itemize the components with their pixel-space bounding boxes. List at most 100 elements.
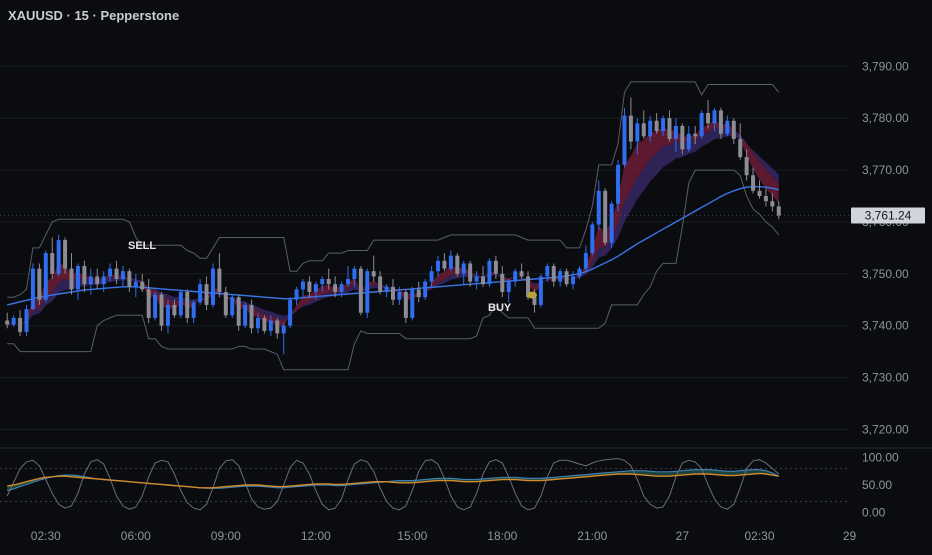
candle	[371, 255, 376, 282]
candle	[18, 310, 23, 337]
candle	[725, 115, 730, 137]
last-price-label: 3,761.24	[865, 209, 912, 223]
candle	[487, 258, 492, 287]
candle-body	[172, 304, 177, 316]
candle-body	[641, 123, 646, 137]
candle-body	[423, 281, 428, 298]
candle-body	[352, 268, 357, 279]
candle-body	[288, 299, 293, 326]
candle	[763, 188, 768, 207]
candle-body	[712, 110, 717, 124]
candle	[448, 250, 453, 272]
osc-tick-label: 0.00	[862, 506, 886, 520]
candle-body	[320, 279, 325, 285]
candle	[11, 315, 16, 327]
candle	[667, 110, 672, 142]
upper-band	[7, 81, 780, 298]
candle-body	[37, 268, 42, 300]
candle-body	[403, 291, 408, 318]
candle-body	[673, 125, 678, 139]
x-tick-label: 02:30	[31, 529, 61, 543]
candle-body	[43, 253, 48, 300]
price-chart[interactable]: 3,720.003,730.003,740.003,750.003,760.00…	[0, 0, 932, 550]
candle-body	[654, 120, 659, 132]
x-tick-label: 02:30	[744, 529, 774, 543]
x-tick-label: 15:00	[397, 529, 427, 543]
candle-body	[744, 157, 749, 176]
candle-body	[487, 260, 492, 285]
candle-body	[416, 289, 421, 298]
candle	[63, 237, 68, 274]
candle-body	[262, 317, 267, 331]
candle	[358, 266, 363, 316]
candle-body	[667, 118, 672, 139]
candle-body	[275, 320, 280, 334]
candle-body	[461, 263, 466, 274]
candle	[185, 289, 190, 324]
candle-body	[571, 276, 576, 285]
y-tick-label: 3,770.00	[862, 163, 909, 177]
candle-body	[281, 325, 286, 334]
candle-body	[133, 281, 138, 287]
candle	[43, 250, 48, 303]
candle	[37, 263, 42, 305]
candle-body	[204, 284, 209, 305]
candle-body	[95, 276, 100, 285]
candle-body	[397, 291, 402, 300]
time-axis: 02:30 06:00 09:00 12:00 15:00 18:00 21:00 27 02:…	[31, 529, 857, 543]
x-tick-label: 21:00	[577, 529, 607, 543]
candle	[223, 286, 228, 318]
candle	[88, 268, 93, 295]
candle	[56, 234, 61, 277]
candle	[513, 268, 518, 287]
candle	[410, 286, 415, 321]
candle-body	[725, 120, 730, 134]
candle	[159, 291, 164, 331]
candle-body	[583, 253, 588, 269]
candle-body	[635, 123, 640, 142]
candle	[622, 107, 627, 168]
candle	[178, 289, 183, 318]
candle	[133, 273, 138, 298]
candle	[275, 317, 280, 339]
candle-body	[24, 309, 29, 332]
candle	[751, 167, 756, 194]
y-tick-label: 3,740.00	[862, 319, 909, 333]
candle-body	[294, 289, 299, 300]
candle-body	[255, 317, 260, 329]
candle	[654, 113, 659, 134]
candle	[140, 273, 145, 292]
oscillator-pane: 0.00 50.00 100.00	[0, 451, 899, 520]
candle	[75, 263, 80, 300]
candle	[641, 110, 646, 139]
candle	[191, 299, 196, 324]
candle-body	[442, 260, 447, 269]
candle-body	[410, 289, 415, 318]
candle-body	[11, 317, 16, 325]
candle-body	[345, 279, 350, 285]
candle-body	[436, 260, 441, 272]
candle	[455, 253, 460, 277]
candle	[506, 279, 511, 303]
candle-body	[56, 240, 61, 274]
candle	[416, 281, 421, 303]
candle	[120, 266, 125, 287]
candle-body	[30, 268, 35, 310]
candle	[558, 268, 563, 287]
grid-layer	[0, 65, 932, 449]
candle-body	[210, 268, 215, 305]
candle	[146, 279, 151, 324]
candle	[461, 260, 466, 285]
candle-body	[140, 281, 145, 290]
candle	[423, 279, 428, 300]
candle-body	[333, 284, 338, 292]
candle	[596, 180, 601, 230]
candle-body	[236, 297, 241, 326]
candle-body	[545, 266, 550, 277]
candle-body	[506, 281, 511, 292]
candle	[436, 255, 441, 277]
candle	[731, 118, 736, 145]
candle-body	[326, 279, 331, 285]
x-tick-label: 18:00	[487, 529, 517, 543]
candle-body	[185, 291, 190, 318]
